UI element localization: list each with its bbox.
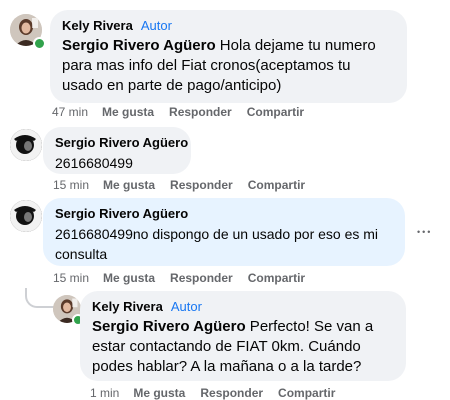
online-status-icon — [33, 37, 46, 50]
comment-author[interactable]: Sergio Rivero Agüero — [55, 135, 188, 150]
comment-author[interactable]: Kely Rivera — [92, 299, 163, 314]
comments-thread: Kely Rivera Autor Sergio Rivero Agüero Ho… — [0, 0, 450, 400]
comment-actions: 15 min Me gusta Responder Compartir — [53, 178, 320, 192]
comment-bubble: Kely Rivera Autor Sergio Rivero Agüero Ho… — [50, 10, 407, 103]
comment-author[interactable]: Kely Rivera — [62, 18, 133, 33]
reply-button[interactable]: Responder — [170, 178, 233, 192]
comment-bubble: Sergio Rivero Agüero 2616680499 — [43, 127, 191, 174]
like-button[interactable]: Me gusta — [103, 178, 155, 192]
avatar-sergio-rivero[interactable] — [10, 129, 42, 161]
like-button[interactable]: Me gusta — [133, 386, 185, 400]
mention-link[interactable]: Sergio Rivero Agüero — [62, 37, 216, 54]
reply-button[interactable]: Responder — [170, 271, 233, 285]
comment-time[interactable]: 15 min — [53, 271, 89, 285]
reply-thread-connector — [25, 288, 54, 308]
comment-time[interactable]: 47 min — [52, 105, 88, 119]
mention-link[interactable]: Sergio Rivero Agüero — [92, 318, 246, 335]
comment-text: 2616680499no dispongo de un usado por es… — [55, 226, 379, 262]
comment-bubble: Kely Rivera Autor Sergio Rivero Agüero Pe… — [80, 291, 406, 381]
author-badge: Autor — [170, 299, 202, 314]
comment-time[interactable]: 1 min — [90, 386, 119, 400]
comment-text: 2616680499 — [55, 155, 133, 171]
share-button[interactable]: Compartir — [247, 105, 304, 119]
comment-bubble-highlighted: Sergio Rivero Agüero 2616680499no dispon… — [43, 198, 405, 266]
avatar-sergio-rivero[interactable] — [10, 200, 42, 232]
comment-author[interactable]: Sergio Rivero Agüero — [55, 206, 188, 221]
comment-time[interactable]: 15 min — [53, 178, 89, 192]
like-button[interactable]: Me gusta — [103, 271, 155, 285]
comment-actions: 47 min Me gusta Responder Compartir — [52, 105, 319, 119]
reply-button[interactable]: Responder — [200, 386, 263, 400]
comment-actions: 1 min Me gusta Responder Compartir — [90, 386, 350, 400]
share-button[interactable]: Compartir — [248, 178, 305, 192]
share-button[interactable]: Compartir — [248, 271, 305, 285]
share-button[interactable]: Compartir — [278, 386, 335, 400]
comment-actions: 15 min Me gusta Responder Compartir — [53, 271, 320, 285]
more-options-icon[interactable]: ••• — [417, 224, 432, 240]
like-button[interactable]: Me gusta — [102, 105, 154, 119]
reply-button[interactable]: Responder — [169, 105, 232, 119]
author-badge: Autor — [140, 18, 172, 33]
